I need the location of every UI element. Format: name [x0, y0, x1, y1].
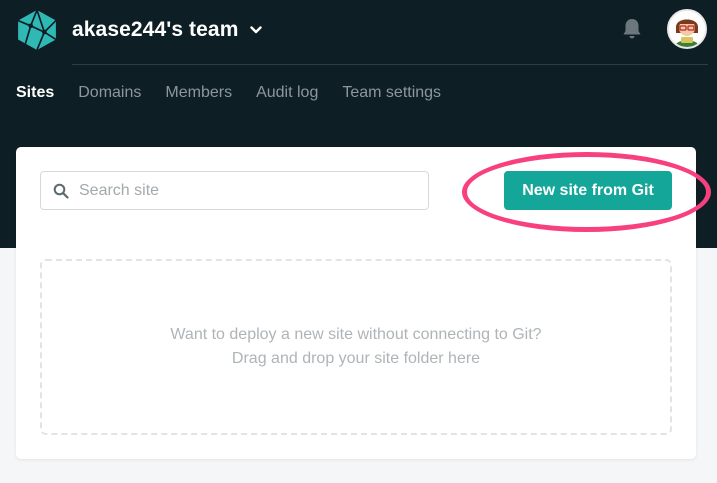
team-name-label: akase244's team: [72, 18, 239, 41]
netlify-logo-icon: [17, 9, 57, 51]
tab-domains[interactable]: Domains: [78, 84, 141, 102]
site-dropzone[interactable]: Want to deploy a new site without connec…: [40, 259, 672, 435]
header-divider: [72, 64, 708, 65]
dropzone-text-line2: Drag and drop your site folder here: [231, 350, 481, 367]
team-switcher[interactable]: akase244's team: [16, 8, 263, 52]
sites-card: New site from Git Want to deploy a new s…: [16, 147, 696, 459]
team-name[interactable]: akase244's team: [72, 18, 263, 42]
tab-members[interactable]: Members: [165, 84, 232, 102]
tab-team-settings[interactable]: Team settings: [342, 84, 441, 102]
chevron-down-icon: [250, 26, 263, 34]
avatar-illustration: [669, 11, 705, 47]
search-input[interactable]: [77, 180, 401, 201]
search-box[interactable]: [40, 171, 429, 210]
user-avatar[interactable]: [667, 9, 707, 49]
dropzone-text-line1: Want to deploy a new site without connec…: [170, 326, 542, 343]
search-icon: [53, 183, 69, 199]
new-site-from-git-button[interactable]: New site from Git: [504, 171, 672, 210]
team-nav: Sites Domains Members Audit log Team set…: [16, 84, 465, 102]
bell-icon[interactable]: [621, 17, 643, 41]
tab-audit-log[interactable]: Audit log: [256, 84, 318, 102]
tab-sites[interactable]: Sites: [16, 84, 54, 102]
